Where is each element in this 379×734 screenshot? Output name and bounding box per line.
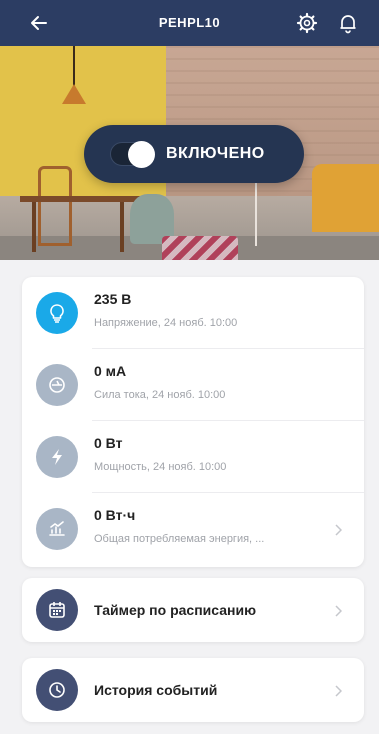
photo-table-leg [32, 202, 36, 252]
metric-subtitle: Мощность, 24 нояб. 10:00 [94, 461, 227, 473]
bell-icon[interactable] [337, 12, 359, 34]
metric-value: 0 Вт [94, 435, 123, 451]
event-history-button[interactable]: История событий [22, 658, 364, 722]
metric-subtitle: Сила тока, 24 нояб. 10:00 [94, 389, 226, 401]
app-screen: PEHPL10 ВКЛЮЧЕНО 235 В Напряжение, 24 но… [0, 0, 379, 734]
device-title: PEHPL10 [158, 15, 221, 30]
clock-icon [36, 669, 78, 711]
lightbulb-icon [36, 292, 78, 334]
photo-frame [255, 176, 257, 246]
metric-subtitle: Напряжение, 24 нояб. 10:00 [94, 317, 238, 329]
gear-icon[interactable] [296, 12, 318, 34]
metrics-card: 235 В Напряжение, 24 нояб. 10:00 0 мА Си… [22, 277, 364, 567]
schedule-timer-button[interactable]: Таймер по расписанию [22, 578, 364, 642]
schedule-timer-label: Таймер по расписанию [94, 602, 257, 618]
event-history-label: История событий [94, 682, 218, 698]
photo-armchair [312, 164, 379, 232]
photo-lamp-cord [73, 46, 75, 86]
current-meter-icon [36, 364, 78, 406]
photo-lamp-shade [62, 84, 86, 104]
metric-value: 235 В [94, 291, 132, 307]
toggle-knob [128, 141, 155, 168]
chevron-right-icon [334, 604, 343, 617]
chevron-right-icon [334, 684, 343, 697]
photo-chair [38, 166, 72, 246]
photo-stool [162, 236, 238, 260]
metric-row-power[interactable]: 0 Вт Мощность, 24 нояб. 10:00 [22, 421, 364, 493]
metric-row-current[interactable]: 0 мА Сила тока, 24 нояб. 10:00 [22, 349, 364, 421]
photo-table-leg [120, 202, 124, 252]
chevron-right-icon [334, 523, 343, 536]
metric-value: 0 Вт·ч [94, 507, 136, 523]
metric-subtitle: Общая потребляемая энергия, ... [94, 533, 265, 545]
lightning-icon [36, 436, 78, 478]
energy-chart-icon [36, 508, 78, 550]
metric-row-energy[interactable]: 0 Вт·ч Общая потребляемая энергия, ... [22, 493, 364, 565]
power-state-label: ВКЛЮЧЕНО [166, 145, 265, 162]
calendar-icon [36, 589, 78, 631]
metric-row-voltage[interactable]: 235 В Напряжение, 24 нояб. 10:00 [22, 277, 364, 349]
power-toggle[interactable]: ВКЛЮЧЕНО [84, 125, 304, 183]
top-bar: PEHPL10 [0, 0, 379, 46]
toggle-switch[interactable] [110, 141, 155, 168]
metric-value: 0 мА [94, 363, 127, 379]
